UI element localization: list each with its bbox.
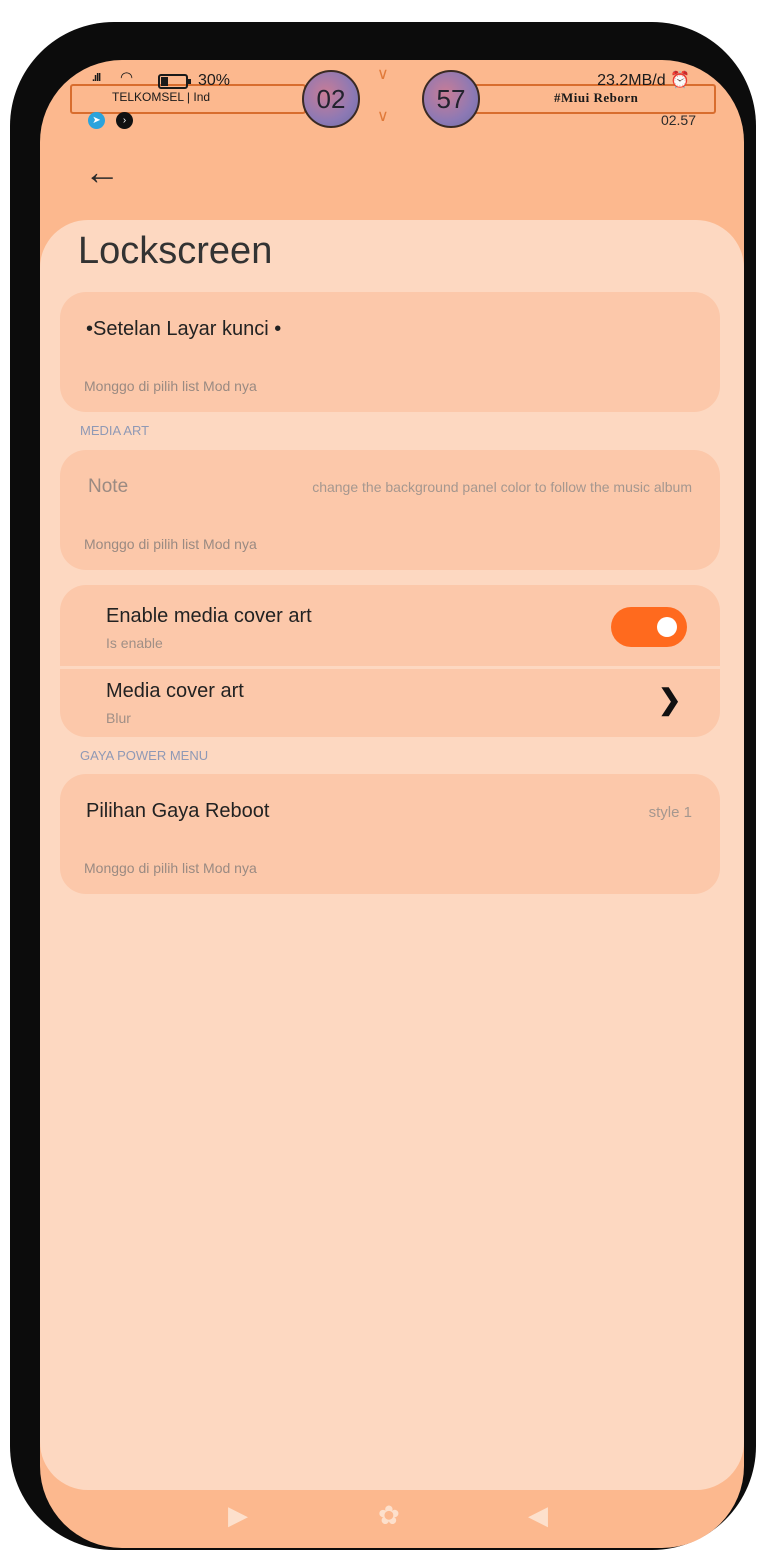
note-card[interactable]: Note change the background panel color t…	[60, 450, 720, 570]
content-sheet: Lockscreen •Setelan Layar kunci • Monggo…	[40, 220, 744, 1490]
section-media-art: MEDIA ART	[80, 423, 150, 438]
nav-home-icon[interactable]: ✿	[378, 1500, 400, 1531]
carrier-name: TELKOMSEL | Ind	[112, 90, 211, 104]
nav-back-icon[interactable]: ▶	[228, 1500, 248, 1531]
enable-media-cover-toggle[interactable]	[611, 607, 687, 647]
enable-media-cover-title: Enable media cover art	[106, 605, 312, 627]
brand-label: #Miui Reborn	[554, 90, 639, 105]
note-label: Note	[88, 476, 129, 497]
alarm-off-icon: ⏰	[670, 72, 690, 89]
chevron-up-icon: ∨	[377, 66, 389, 83]
phone-frame: .ıll ◠ 30% TELKOMSEL | Ind 02 ∨ ∨ 57 23.…	[10, 22, 756, 1550]
section-power-menu: GAYA POWER MENU	[80, 748, 209, 763]
media-cover-art-value: Blur	[106, 710, 131, 726]
toggle-knob	[657, 617, 677, 637]
network-speed: 23.2MB/d ⏰	[597, 72, 690, 89]
signal-bars-icon: .ıll	[92, 72, 101, 84]
clock-hour: 02	[302, 70, 360, 128]
page-title: Lockscreen	[78, 230, 273, 272]
lock-settings-subtitle: Monggo di pilih list Mod nya	[84, 378, 257, 394]
back-arrow-icon[interactable]: ←	[84, 154, 120, 190]
media-art-group: Enable media cover art Is enable Media c…	[60, 585, 720, 737]
battery-percent: 30%	[198, 72, 231, 89]
time-small: 02.57	[660, 112, 696, 128]
media-cover-art-title[interactable]: Media cover art	[106, 680, 244, 703]
note-value: change the background panel color to fol…	[312, 479, 692, 495]
enable-media-cover-subtitle: Is enable	[106, 635, 163, 651]
note-subtitle: Monggo di pilih list Mod nya	[84, 536, 257, 552]
reboot-style-card[interactable]: Pilihan Gaya Reboot style 1 Monggo di pi…	[60, 774, 720, 894]
navigation-bar: ▶ ✿ ◀	[40, 1490, 744, 1548]
nav-recents-icon[interactable]: ◀	[528, 1500, 548, 1531]
lock-settings-title: •Setelan Layar kunci •	[86, 318, 282, 340]
screen: .ıll ◠ 30% TELKOMSEL | Ind 02 ∨ ∨ 57 23.…	[40, 60, 744, 1548]
clock-minute: 57	[422, 70, 480, 128]
chevron-down-icon: ∨	[377, 108, 389, 125]
telegram-icon: ➤	[88, 112, 105, 129]
reboot-style-subtitle: Monggo di pilih list Mod nya	[84, 860, 257, 876]
terminal-icon: ›	[116, 112, 133, 129]
wifi-icon: ◠	[120, 69, 134, 86]
battery-icon	[158, 74, 191, 89]
lock-settings-card[interactable]: •Setelan Layar kunci • Monggo di pilih l…	[60, 292, 720, 412]
status-bar: .ıll ◠ 30% TELKOMSEL | Ind 02 ∨ ∨ 57 23.…	[40, 60, 744, 150]
row-divider	[60, 666, 720, 669]
reboot-style-title: Pilihan Gaya Reboot	[86, 800, 270, 822]
chevron-right-icon[interactable]: ❯	[658, 683, 681, 716]
reboot-style-value: style 1	[648, 804, 692, 821]
